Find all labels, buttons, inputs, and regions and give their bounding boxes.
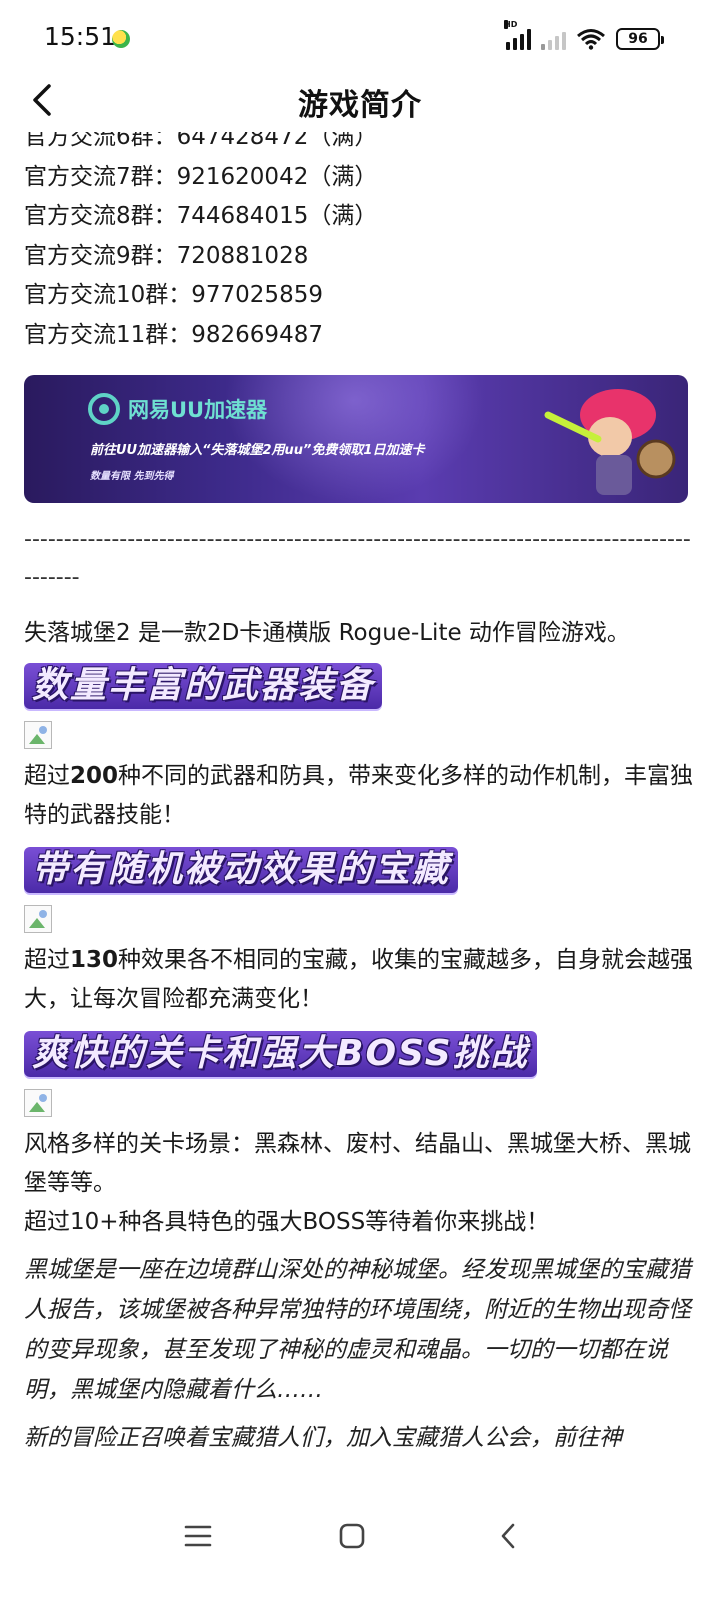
- menu-icon: [184, 1525, 212, 1547]
- status-bar: 15:51 HD 96: [0, 0, 720, 80]
- uu-accelerator-banner[interactable]: 网易UU加速器 前往UU加速器输入“失落城堡2用uu”免费领取1日加速卡 数量有…: [24, 375, 688, 503]
- highlight-number: 200: [70, 763, 119, 789]
- status-time: 15:51: [44, 22, 117, 51]
- game-intro-text: 失落城堡2 是一款2D卡通横版 Rogue-Lite 动作冒险游戏。: [24, 620, 630, 646]
- feature-text-line: 风格多样的关卡场景：黑森林、废村、结晶山、黑城堡大桥、黑城堡等等。: [24, 1131, 691, 1196]
- hd-label: HD: [504, 20, 518, 29]
- back-icon: [501, 1523, 515, 1549]
- system-nav-bar: [0, 1484, 720, 1600]
- home-icon: [339, 1523, 365, 1549]
- story-text: 黑城堡是一座在边境群山深处的神秘城堡。经发现黑城堡的宝藏猎人报告，该城堡被各种异…: [24, 1257, 691, 1403]
- qq-group-line: 官方交流9群：720881028: [24, 242, 309, 269]
- feature-text-line: 超过10+种各具特色的强大BOSS等待着你来挑战！: [24, 1209, 550, 1235]
- text-segment: 种效果各不相同的宝藏，收集的宝藏越多，自身就会越强大，让每次冒险都充满变化！: [24, 947, 694, 1012]
- text-segment: 种不同的武器和防具，带来变化多样的动作机制，丰富独特的武器技能！: [24, 763, 694, 828]
- text-segment: 超过: [24, 947, 70, 973]
- feature-heading-weapons: 数量丰富的武器装备: [24, 663, 383, 709]
- feature-text-weapons: 超过200种不同的武器和防具，带来变化多样的动作机制，丰富独特的武器技能！: [24, 757, 696, 835]
- menu-button[interactable]: [168, 1506, 228, 1566]
- app-notification-icon: [112, 30, 130, 48]
- nav-back-button[interactable]: [478, 1506, 538, 1566]
- broken-image-icon: [24, 905, 52, 933]
- banner-logo: 网易UU加速器: [88, 393, 267, 425]
- signal-icon: HD: [504, 20, 531, 50]
- story-text-cut: 新的冒险正召唤着宝藏猎人们，加入宝藏猎人公会，前往神: [24, 1425, 622, 1451]
- feature-heading-boss: 爽快的关卡和强大BOSS挑战: [24, 1031, 537, 1077]
- home-button[interactable]: [322, 1506, 382, 1566]
- feature-text-boss: 风格多样的关卡场景：黑森林、废村、结晶山、黑城堡大桥、黑城堡等等。 超过10+种…: [24, 1125, 696, 1242]
- banner-sub-text: 数量有限 先到先得: [90, 471, 174, 482]
- qq-group-line: 官方交流8群：744684015（满）: [24, 203, 378, 229]
- page-title: 游戏简介: [298, 88, 422, 123]
- text-segment: 超过: [24, 763, 70, 789]
- feature-heading-treasure: 带有随机被动效果的宝藏: [24, 847, 459, 893]
- highlight-number: 130: [70, 947, 119, 973]
- qq-group-line: 官方交流10群：977025859: [24, 282, 323, 308]
- battery-icon: 96: [616, 28, 664, 50]
- qq-group-line: 官方交流7群：921620042（满）: [24, 163, 378, 190]
- game-intro-content[interactable]: 官方交流6群：647428472（满） 官方交流7群：921620042（满） …: [0, 132, 720, 1484]
- qq-group-line: 官方交流6群：647428472（满）: [24, 132, 378, 150]
- qq-group-line: 官方交流11群：982669487: [24, 321, 323, 348]
- banner-main-text: 前往UU加速器输入“失落城堡2用uu”免费领取1日加速卡: [90, 443, 425, 458]
- broken-image-icon: [24, 1089, 52, 1117]
- wifi-icon: [577, 29, 605, 50]
- banner-brand: 网易UU加速器: [128, 398, 268, 422]
- status-icons: HD 96: [504, 20, 664, 52]
- game-character-icon: [544, 389, 676, 495]
- divider: ----------------------------------------…: [24, 527, 691, 590]
- signal-weak-icon: [541, 28, 566, 50]
- app-header: 游戏简介: [0, 70, 720, 132]
- uu-logo-icon: [88, 393, 120, 425]
- broken-image-icon: [24, 721, 52, 749]
- feature-text-treasure: 超过130种效果各不相同的宝藏，收集的宝藏越多，自身就会越强大，让每次冒险都充满…: [24, 941, 696, 1019]
